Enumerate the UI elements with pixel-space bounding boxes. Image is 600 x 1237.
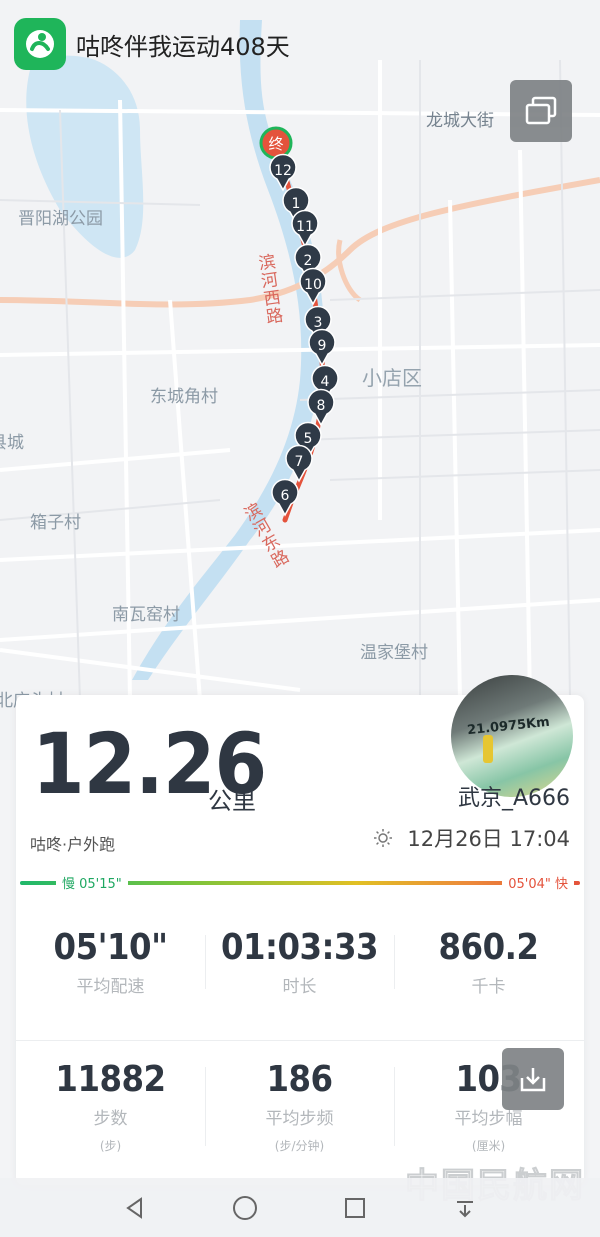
sun-icon — [374, 829, 393, 847]
recents-square-icon — [345, 1197, 365, 1218]
stat-duration: 01:03:33 时长 — [205, 927, 394, 997]
hide-nav-button[interactable] — [445, 1188, 485, 1228]
stats-row-top: 05'10" 平均配速 01:03:33 时长 860.2 千卡 — [16, 927, 584, 997]
svg-text:终: 终 — [268, 135, 283, 153]
stats-row-bottom: 11882 步数 (步) 186 平均步频 (步/分钟) 103 平均步幅 (厘… — [16, 1059, 584, 1154]
stat-label: 时长 — [282, 977, 317, 997]
stat-value: 11882 — [55, 1059, 166, 1100]
stat-label: 平均步频 — [265, 1109, 334, 1129]
map-label-xiaodian: 小店区 — [362, 366, 422, 390]
download-icon — [520, 1068, 546, 1092]
home-circle-icon — [233, 1195, 257, 1220]
stat-cadence: 186 平均步频 (步/分钟) — [205, 1059, 394, 1154]
km-marker-label: 6 — [281, 488, 290, 504]
km-marker-label: 9 — [318, 338, 327, 354]
stat-value: 05'10" — [53, 927, 168, 968]
recents-button[interactable] — [335, 1188, 375, 1228]
km-marker-label: 8 — [317, 398, 326, 414]
system-nav-bar — [0, 1178, 600, 1237]
stats-divider — [16, 1040, 584, 1041]
km-marker-label: 7 — [295, 454, 304, 470]
avatar[interactable]: 21.0975Km — [451, 675, 573, 797]
back-triangle-icon — [126, 1196, 142, 1219]
stat-avg-pace: 05'10" 平均配速 — [16, 927, 205, 997]
stat-unit: (步) — [99, 1139, 122, 1153]
pace-fast-label: 05'04" 快 — [502, 873, 574, 892]
km-marker-label: 2 — [304, 253, 313, 269]
km-marker-label: 3 — [314, 315, 323, 331]
stat-steps: 11882 步数 (步) — [16, 1059, 205, 1154]
stat-label: 平均配速 — [76, 977, 145, 997]
distance-unit: 公里 — [208, 787, 256, 815]
km-marker-label: 1 — [292, 196, 301, 212]
avatar-runner — [483, 735, 493, 763]
gudong-logo-icon — [14, 18, 66, 70]
stat-calories: 860.2 千卡 — [394, 927, 583, 997]
map-label-xiang: 箱子村 — [30, 513, 81, 533]
map-label-dongcheng: 东城角村 — [150, 387, 218, 407]
map-layers-button[interactable] — [510, 80, 572, 142]
username[interactable]: 武京_A666 — [458, 780, 570, 812]
home-button[interactable] — [225, 1188, 265, 1228]
stat-value: 860.2 — [438, 927, 539, 968]
map-label-longcheng: 龙城大街 — [426, 111, 494, 131]
activity-type: 咕咚·户外跑 — [30, 835, 116, 854]
km-marker-label: 11 — [296, 219, 314, 235]
stat-label: 千卡 — [471, 977, 506, 997]
stat-value: 01:03:33 — [220, 927, 379, 968]
km-marker-label: 10 — [304, 277, 322, 293]
map-label-county: 县城 — [0, 433, 24, 453]
km-marker-label: 12 — [274, 163, 292, 179]
pace-slow-label: 慢 05'15" — [56, 873, 128, 892]
map-label-wenjia: 温家堡村 — [360, 643, 428, 663]
end-marker: 终 — [259, 126, 293, 160]
layers-icon — [525, 96, 557, 125]
km-marker-label: 4 — [321, 374, 330, 390]
stat-value: 186 — [266, 1059, 333, 1100]
app-title: 咕咚伴我运动408天 — [76, 32, 290, 61]
map-label-nanwa: 南瓦窑村 — [112, 605, 180, 625]
stat-label: 步数 — [93, 1109, 128, 1129]
run-date: 12月26日 17:04 — [407, 827, 570, 851]
km-marker-label: 5 — [304, 431, 313, 447]
back-button[interactable] — [115, 1188, 155, 1228]
stat-unit: (步/分钟) — [274, 1139, 325, 1153]
download-button[interactable] — [502, 1048, 564, 1110]
run-datetime: 12月26日 17:04 — [373, 823, 570, 853]
avatar-caption: 21.0975Km — [466, 714, 551, 739]
stat-unit: (厘米) — [471, 1139, 506, 1153]
run-summary-card: 12.26 公里 21.0975Km 武京_A666 咕咚·户外跑 12月26日… — [16, 675, 584, 1185]
hide-down-arrow-icon — [457, 1200, 473, 1217]
app-header: 咕咚伴我运动408天 — [14, 16, 290, 72]
map-label-jinyanghu: 晋阳湖公园 — [18, 209, 103, 229]
